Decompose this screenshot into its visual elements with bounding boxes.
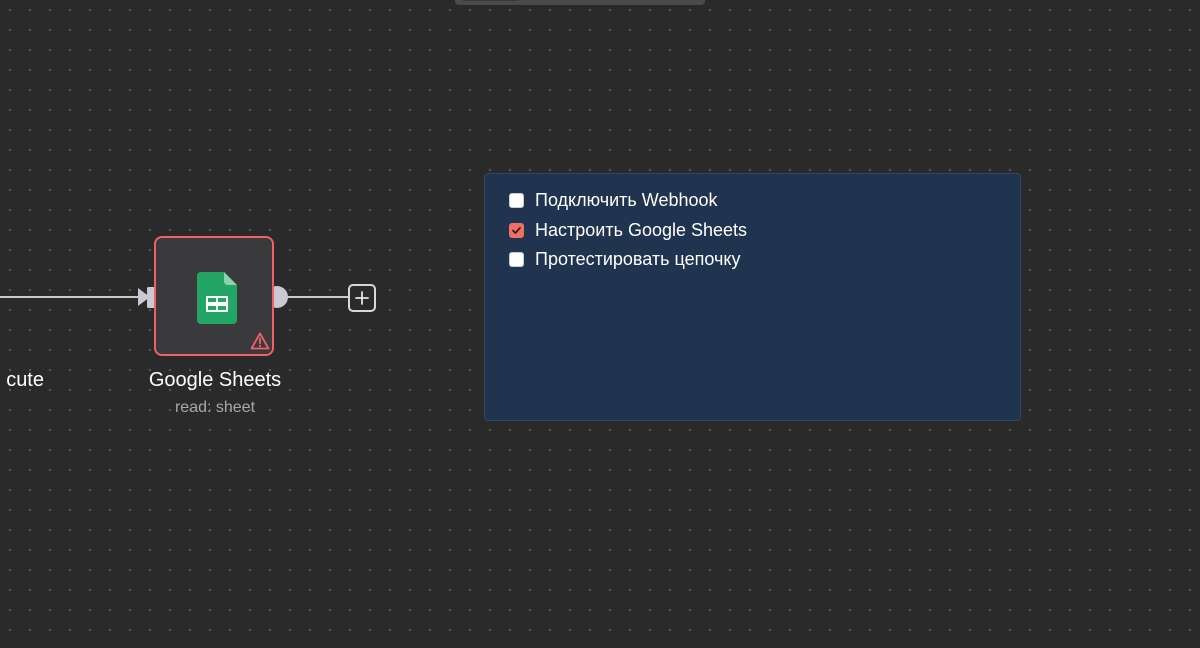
- google-sheets-icon: [197, 272, 237, 324]
- node-subtitle: read: sheet: [174, 399, 256, 416]
- warning-icon[interactable]: [250, 332, 270, 350]
- sticky-note[interactable]: Подключить Webhook Настроить Google Shee…: [484, 173, 1021, 421]
- task-label: Подключить Webhook: [535, 189, 718, 210]
- previous-node-label: cute: [6, 369, 44, 391]
- node-title: Google Sheets: [148, 369, 282, 391]
- google-sheets-node[interactable]: [154, 236, 274, 356]
- task-checkbox-test-chain[interactable]: [509, 251, 524, 267]
- task-item[interactable]: Настроить Google Sheets: [509, 218, 747, 242]
- task-checkbox-google-sheets[interactable]: [509, 222, 524, 238]
- add-node-button[interactable]: [348, 284, 376, 312]
- task-item[interactable]: Протестировать цепочку: [509, 247, 740, 271]
- task-label: Настроить Google Sheets: [535, 219, 748, 240]
- checkmark-icon: [512, 226, 521, 234]
- task-item[interactable]: Подключить Webhook: [509, 188, 718, 212]
- task-checkbox-webhook[interactable]: [509, 192, 524, 208]
- task-label: Протестировать цепочку: [535, 248, 741, 269]
- plus-icon: [355, 291, 369, 305]
